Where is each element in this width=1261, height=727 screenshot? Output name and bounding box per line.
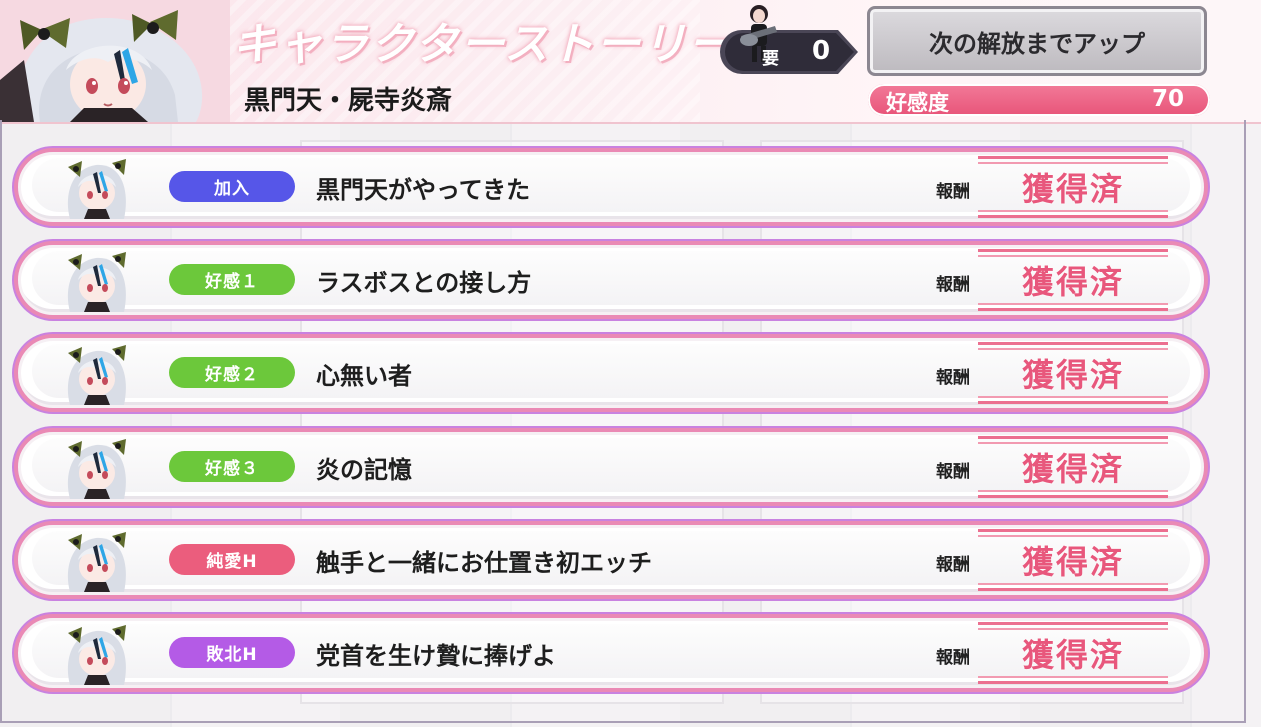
obtained-stamp-icon: 獲得済 xyxy=(978,529,1168,591)
story-tag: 好感２ xyxy=(169,357,295,388)
affection-label: 好感度 xyxy=(886,91,949,115)
header-title: キャラクターストーリー xyxy=(232,19,735,70)
obtained-stamp-icon: 獲得済 xyxy=(978,156,1168,218)
story-title: 炎の記憶 xyxy=(316,456,412,484)
story-title: 触手と一緒にお仕置き初エッチ xyxy=(316,549,652,577)
obtained-stamp-icon: 獲得済 xyxy=(978,342,1168,404)
story-tag: 純愛H xyxy=(169,544,295,575)
requirement-label: 要 xyxy=(762,49,779,69)
story-row[interactable]: 好感３ 炎の記憶 報酬 獲得済 xyxy=(14,428,1208,506)
reward-label: 報酬 xyxy=(936,462,970,482)
character-portrait-art xyxy=(0,0,230,122)
story-tag: 敗北H xyxy=(169,637,295,668)
affection-value: 70 xyxy=(1152,86,1185,112)
story-tag: 好感１ xyxy=(169,264,295,295)
obtained-stamp-icon: 獲得済 xyxy=(978,249,1168,311)
character-avatar-icon xyxy=(67,439,126,499)
character-name: 黒門天・屍寺炎斎 xyxy=(244,86,453,116)
reward-status: 獲得済 xyxy=(1021,263,1124,301)
story-row[interactable]: 敗北H 党首を生け贄に捧げよ 報酬 獲得済 xyxy=(14,614,1208,692)
character-avatar-icon xyxy=(67,532,126,592)
story-tag: 好感３ xyxy=(169,451,295,482)
character-avatar-icon xyxy=(67,159,126,219)
reward-label: 報酬 xyxy=(936,182,970,202)
reward-label: 報酬 xyxy=(936,275,970,295)
reward-status: 獲得済 xyxy=(1021,450,1124,488)
story-row[interactable]: 純愛H 触手と一緒にお仕置き初エッチ 報酬 獲得済 xyxy=(14,521,1208,599)
obtained-stamp-icon: 獲得済 xyxy=(978,436,1168,498)
story-header: キャラクターストーリー 黒門天・屍寺炎斎 要 0 次の解放までアップ 好感度 7… xyxy=(0,0,1261,124)
story-title: ラスボスとの接し方 xyxy=(316,269,532,297)
reward-status: 獲得済 xyxy=(1021,543,1124,581)
reward-status: 獲得済 xyxy=(1021,636,1124,674)
story-title: 心無い者 xyxy=(316,362,412,390)
character-portrait xyxy=(0,0,230,122)
story-title: 党首を生け贄に捧げよ xyxy=(316,642,556,670)
obtained-stamp-icon: 獲得済 xyxy=(978,622,1168,684)
character-avatar-icon xyxy=(67,625,126,685)
reward-status: 獲得済 xyxy=(1021,170,1124,208)
reward-label: 報酬 xyxy=(936,648,970,668)
story-tag: 加入 xyxy=(169,171,295,202)
reward-label: 報酬 xyxy=(936,555,970,575)
character-avatar-icon xyxy=(67,252,126,312)
requirement-value: 0 xyxy=(812,36,831,66)
story-row[interactable]: 好感１ ラスボスとの接し方 報酬 獲得済 xyxy=(14,241,1208,319)
reward-label: 報酬 xyxy=(936,368,970,388)
unlock-next-button[interactable]: 次の解放までアップ xyxy=(867,6,1207,76)
story-row[interactable]: 加入 黒門天がやってきた 報酬 獲得済 xyxy=(14,148,1208,226)
story-row[interactable]: 好感２ 心無い者 報酬 獲得済 xyxy=(14,334,1208,412)
story-title: 黒門天がやってきた xyxy=(316,176,531,204)
reward-status: 獲得済 xyxy=(1021,356,1124,394)
character-avatar-icon xyxy=(67,345,126,405)
